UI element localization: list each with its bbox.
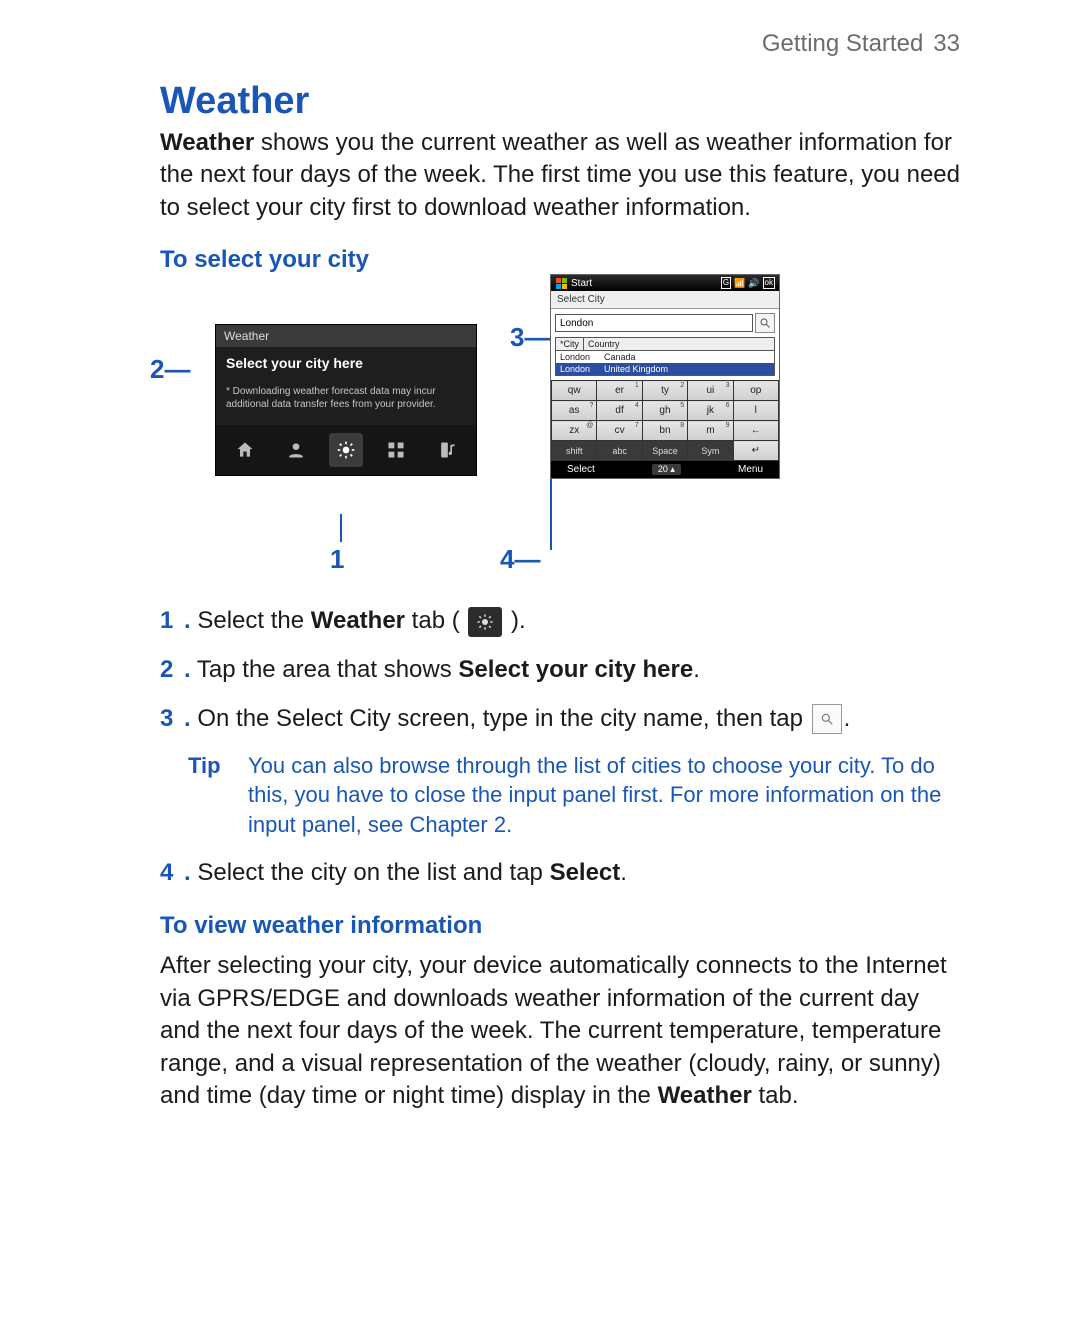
running-header: Getting Started 33	[762, 30, 960, 58]
wm-topbar: Start G 📶 🔊 ok	[551, 275, 779, 291]
view-weather-paragraph: After selecting your city, your device a…	[160, 950, 960, 1112]
steps-list: 1. Select the Weather tab ( ). 2. Tap th…	[160, 604, 960, 890]
grid-icon	[386, 440, 406, 460]
subheading-view-weather: To view weather information	[160, 912, 960, 940]
sip-toggle[interactable]: 20 ▴	[652, 464, 681, 475]
search-icon-inline	[812, 704, 842, 734]
heading-weather: Weather	[160, 80, 960, 123]
key-m[interactable]: m9	[688, 421, 733, 441]
network-g-icon: G	[721, 277, 731, 289]
key-l[interactable]: l	[733, 401, 778, 421]
key-jk[interactable]: jk6	[688, 401, 733, 421]
key-er[interactable]: er1	[597, 381, 642, 401]
weather-tab[interactable]	[329, 433, 363, 467]
key-ui[interactable]: ui3	[688, 381, 733, 401]
status-icons: G 📶 🔊 ok	[721, 277, 775, 289]
ok-button[interactable]: ok	[763, 277, 775, 289]
person-icon	[286, 440, 306, 460]
intro-lead: Weather	[160, 129, 254, 156]
people-tab[interactable]	[279, 433, 313, 467]
figure-area: 2 — 3 — 1 4 — Weather Select your city h…	[160, 284, 960, 594]
onscreen-keyboard[interactable]: qwer1ty2ui3op as?df4gh5jk6l zx@cv7bn8m9← sh…	[551, 380, 779, 461]
key-bn[interactable]: bn8	[642, 421, 687, 441]
music-tab[interactable]	[430, 433, 464, 467]
softkey-bar: Select 20 ▴ Menu	[551, 461, 779, 478]
col-city: *City	[556, 338, 584, 350]
data-fees-note: * Downloading weather forecast data may …	[216, 379, 476, 425]
tip-label: Tip	[188, 751, 248, 781]
softkey-select[interactable]: Select	[567, 464, 595, 475]
home-tab[interactable]	[228, 433, 262, 467]
col-country: Country	[584, 338, 774, 350]
step-1: 1. Select the Weather tab ( ).	[200, 604, 960, 639]
step-3: 3. On the Select City screen, type in th…	[200, 702, 960, 737]
key-ty[interactable]: ty2	[642, 381, 687, 401]
apps-tab[interactable]	[379, 433, 413, 467]
key-←[interactable]: ←	[733, 421, 778, 441]
weather-tab-icon	[468, 607, 502, 637]
step-4: 4. Select the city on the list and tap S…	[200, 856, 960, 891]
sun-gear-icon	[336, 440, 356, 460]
key-↵[interactable]: ↵	[733, 441, 778, 461]
subheading-select-city: To select your city	[160, 246, 960, 274]
key-Sym[interactable]: Sym	[688, 441, 733, 461]
home-icon	[235, 440, 255, 460]
tip-block: TipYou can also browse through the list …	[248, 751, 960, 840]
intro-paragraph: Weather shows you the current weather as…	[160, 127, 960, 224]
results-list[interactable]: London Canada London United Kingdom	[555, 351, 775, 376]
callout-4: 4 —	[500, 544, 540, 575]
key-op[interactable]: op	[733, 381, 778, 401]
key-shift[interactable]: shift	[552, 441, 597, 461]
speaker-icon: 🔊	[748, 278, 759, 289]
intro-rest: shows you the current weather as well as…	[160, 129, 960, 221]
callout-2: 2 —	[150, 354, 190, 385]
select-city-tab: Select City	[551, 291, 779, 309]
step-2: 2. Tap the area that shows Select your c…	[200, 653, 960, 688]
callout-3: 3 —	[510, 322, 550, 353]
results-header: *City Country	[555, 337, 775, 351]
panel-titlebar: Weather	[216, 325, 476, 347]
search-button[interactable]	[755, 313, 775, 333]
page-number: 33	[933, 30, 960, 57]
list-item[interactable]: London United Kingdom	[556, 363, 774, 375]
phone-music-icon	[437, 440, 457, 460]
screenshot-weather-panel: Weather Select your city here * Download…	[215, 324, 477, 476]
softkey-menu[interactable]: Menu	[738, 464, 763, 475]
screenshot-select-city: Start G 📶 🔊 ok Select City *City Country	[550, 274, 780, 479]
city-search-input[interactable]	[555, 314, 753, 332]
list-item[interactable]: London Canada	[556, 351, 774, 363]
key-abc[interactable]: abc	[597, 441, 642, 461]
start-label[interactable]: Start	[571, 278, 592, 289]
key-Space[interactable]: Space0	[642, 441, 687, 461]
section-name: Getting Started	[762, 30, 923, 57]
key-as[interactable]: as?	[552, 401, 597, 421]
tip-text: You can also browse through the list of …	[248, 753, 941, 837]
windows-flag-icon	[555, 277, 567, 289]
key-gh[interactable]: gh5	[642, 401, 687, 421]
key-zx[interactable]: zx@	[552, 421, 597, 441]
select-city-row[interactable]: Select your city here	[216, 347, 476, 379]
bottom-tabs	[216, 425, 476, 475]
signal-icon: 📶	[734, 278, 745, 289]
key-cv[interactable]: cv7	[597, 421, 642, 441]
search-icon	[759, 317, 771, 329]
leader-line	[340, 514, 342, 542]
callout-1: 1	[330, 544, 344, 575]
key-qw[interactable]: qw	[552, 381, 597, 401]
key-df[interactable]: df4	[597, 401, 642, 421]
